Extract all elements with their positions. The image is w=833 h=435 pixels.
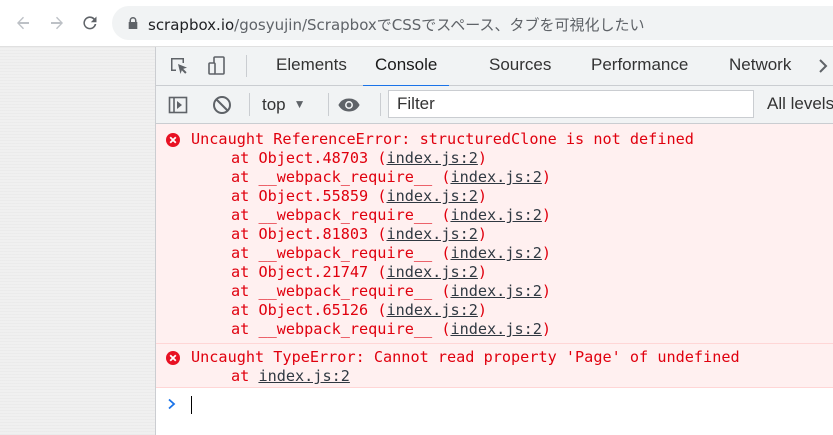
show-sidebar-icon: [168, 96, 188, 114]
filter-field[interactable]: [388, 90, 754, 118]
frame-prefix: at: [231, 149, 259, 167]
device-toggle-icon: [208, 56, 225, 75]
source-link[interactable]: index.js:2: [386, 301, 477, 319]
stack-frame: at Object.48703 (index.js:2): [231, 149, 488, 167]
address-bar[interactable]: scrapbox.io/gosyujin/ScrapboxでCSSでスペース、タ…: [112, 6, 833, 40]
stack-frame: at Object.65126 (index.js:2): [231, 301, 488, 319]
dropdown-triangle-icon: ▼: [293, 97, 306, 111]
frame-function: Object.48703: [258, 149, 369, 167]
url-text: scrapbox.io/gosyujin/ScrapboxでCSSでスペース、タ…: [148, 14, 645, 35]
filter-input[interactable]: [397, 94, 737, 114]
url-path: /gosyujin/ScrapboxでCSSでスペース、タブを可視化したい: [234, 16, 645, 34]
frame-prefix: at: [231, 225, 259, 243]
source-link[interactable]: index.js:2: [258, 367, 349, 385]
live-expression-eye-icon: [338, 98, 360, 112]
toolbar-divider: [328, 93, 329, 116]
clear-console-button[interactable]: [210, 93, 234, 117]
url-host: scrapbox.io: [148, 16, 235, 34]
inspect-element-icon: [171, 58, 187, 74]
stack-frame: at Object.55859 (index.js:2): [231, 187, 488, 205]
source-link[interactable]: index.js:2: [450, 168, 541, 186]
console-messages: Uncaught ReferenceError: structuredClone…: [156, 124, 833, 388]
frame-function: __webpack_require__: [258, 282, 433, 300]
frame-prefix: at: [231, 320, 259, 338]
frame-function: Object.81803: [258, 225, 369, 243]
frame-prefix: at: [231, 168, 259, 186]
source-link[interactable]: index.js:2: [386, 187, 477, 205]
back-button[interactable]: [11, 11, 35, 35]
frame-function: __webpack_require__: [258, 320, 433, 338]
stack-frame: at __webpack_require__ (index.js:2): [231, 206, 552, 224]
frame-function: Object.65126: [258, 301, 369, 319]
device-toolbar-button[interactable]: [205, 54, 229, 78]
log-levels-dropdown[interactable]: All levels: [767, 92, 833, 116]
stack-frame: at __webpack_require__ (index.js:2): [231, 320, 552, 338]
stack-frame: at Object.21747 (index.js:2): [231, 263, 488, 281]
prompt-chevron-icon: [168, 398, 176, 410]
tab-elements[interactable]: Elements: [276, 47, 347, 85]
source-link[interactable]: index.js:2: [450, 244, 541, 262]
stack-frame: at __webpack_require__ (index.js:2): [231, 244, 552, 262]
javascript-context-select[interactable]: top ▼: [262, 92, 306, 116]
console-error-message: Uncaught TypeError: Cannot read property…: [156, 344, 833, 388]
error-text: Uncaught TypeError: Cannot read property…: [191, 348, 740, 366]
reload-button[interactable]: [78, 11, 102, 35]
more-tabs-icon[interactable]: [818, 57, 832, 75]
tab-sources[interactable]: Sources: [489, 47, 551, 85]
stack-frame: at Object.81803 (index.js:2): [231, 225, 488, 243]
console-prompt[interactable]: [156, 389, 833, 419]
stack-frame: at index.js:2: [231, 367, 833, 386]
frame-prefix: at: [231, 187, 259, 205]
devtools-tabbar: Elements Console Sources Performance Net…: [156, 47, 833, 87]
reload-icon: [83, 16, 97, 30]
toolbar-divider: [380, 93, 381, 116]
frame-function: __webpack_require__: [258, 206, 433, 224]
toolbar-divider: [246, 55, 247, 77]
show-sidebar-button[interactable]: [166, 93, 190, 117]
toolbar-divider: [249, 93, 250, 116]
lock-icon: [128, 17, 138, 29]
frame-function: __webpack_require__: [258, 168, 433, 186]
forward-button[interactable]: [45, 11, 69, 35]
tab-network[interactable]: Network: [729, 47, 791, 85]
browser-toolbar: scrapbox.io/gosyujin/ScrapboxでCSSでスペース、タ…: [0, 0, 833, 47]
error-circle-icon: [166, 133, 180, 147]
error-text: Uncaught ReferenceError: structuredClone…: [191, 130, 694, 148]
context-value: top: [262, 95, 286, 114]
arrow-right-icon: [51, 16, 63, 30]
frame-function: __webpack_require__: [258, 244, 433, 262]
source-link[interactable]: index.js:2: [450, 206, 541, 224]
source-link[interactable]: index.js:2: [450, 282, 541, 300]
frame-prefix: at: [231, 367, 259, 385]
source-link[interactable]: index.js:2: [386, 149, 477, 167]
frame-prefix: at: [231, 244, 259, 262]
console-error-message: Uncaught ReferenceError: structuredClone…: [156, 124, 833, 344]
text-caret: [191, 396, 192, 414]
frame-prefix: at: [231, 263, 259, 281]
clear-console-icon: [213, 96, 231, 114]
frame-function: Object.21747: [258, 263, 369, 281]
tab-console[interactable]: Console: [363, 47, 450, 87]
frame-prefix: at: [231, 301, 259, 319]
tab-performance[interactable]: Performance: [591, 47, 688, 85]
console-toolbar: top ▼ All levels: [156, 86, 833, 124]
page-viewport: [0, 47, 156, 435]
frame-function: Object.55859: [258, 187, 369, 205]
error-circle-icon: [166, 351, 180, 365]
frame-prefix: at: [231, 206, 259, 224]
inspect-element-button[interactable]: [167, 54, 191, 78]
frame-prefix: at: [231, 282, 259, 300]
create-live-expression-button[interactable]: [337, 93, 361, 117]
arrow-left-icon: [17, 16, 29, 30]
source-link[interactable]: index.js:2: [386, 263, 477, 281]
source-link[interactable]: index.js:2: [450, 320, 541, 338]
source-link[interactable]: index.js:2: [386, 225, 477, 243]
stack-frame: at __webpack_require__ (index.js:2): [231, 282, 552, 300]
devtools-panel: Elements Console Sources Performance Net…: [156, 47, 833, 435]
stack-frame: at __webpack_require__ (index.js:2): [231, 168, 552, 186]
